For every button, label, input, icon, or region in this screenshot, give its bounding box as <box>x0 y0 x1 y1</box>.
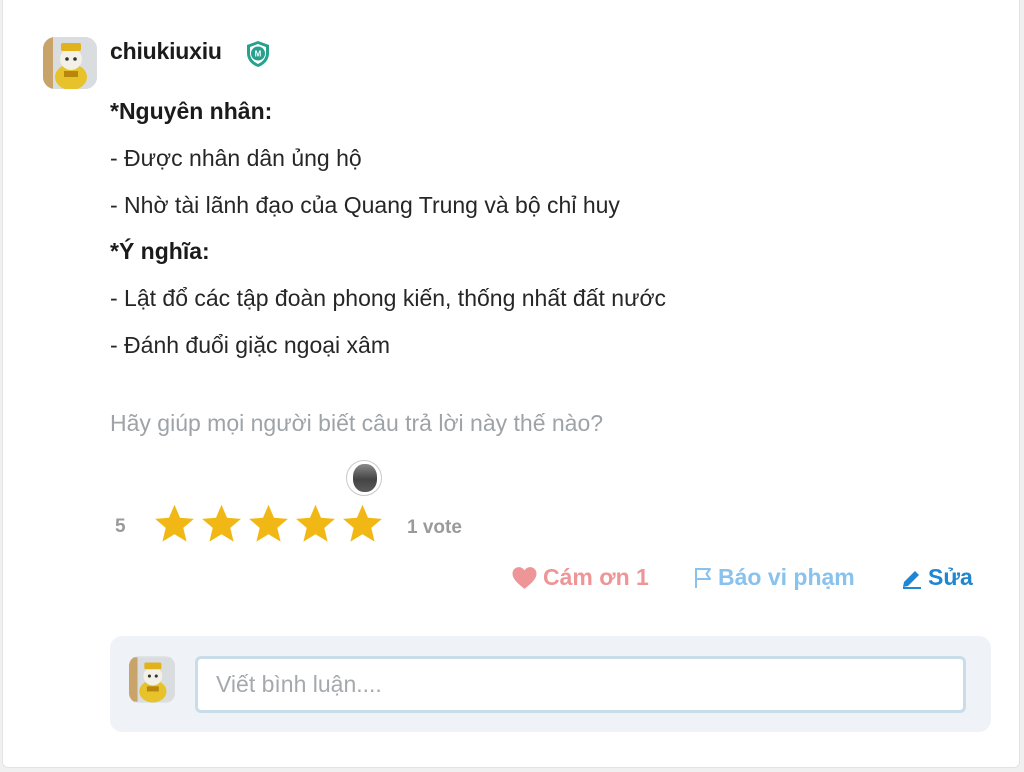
thanks-label: Cám ơn 1 <box>543 564 649 590</box>
answer-line: - Được nhân dân ủng hộ <box>110 144 362 171</box>
report-button[interactable]: Báo vi phạm <box>693 564 855 591</box>
rating-prompt: Hãy giúp mọi người biết câu trả lời này … <box>110 410 604 436</box>
star-icon[interactable] <box>339 502 386 546</box>
star-icon[interactable] <box>245 502 292 546</box>
vote-count: 1 vote <box>407 517 462 538</box>
flag-icon <box>695 567 711 588</box>
author-avatar[interactable] <box>43 37 97 89</box>
report-label: Báo vi phạm <box>718 564 855 590</box>
commenter-avatar <box>129 656 175 703</box>
answer-card: chiukiuxiu M *Nguyên nhân: - Được nhân d… <box>2 0 1020 768</box>
edit-label: Sửa <box>928 564 973 590</box>
svg-text:M: M <box>255 50 262 59</box>
answer-heading-meaning: *Ý nghĩa: <box>110 238 210 265</box>
star-icon[interactable] <box>151 502 198 546</box>
answer-line: - Đánh đuổi giặc ngoại xâm <box>110 331 390 358</box>
thanks-button[interactable]: Cám ơn 1 <box>511 564 649 591</box>
edit-button[interactable]: Sửa <box>901 564 973 591</box>
rating-stars[interactable] <box>151 502 386 548</box>
comment-box <box>110 636 991 732</box>
star-icon[interactable] <box>292 502 339 546</box>
pencil-icon <box>903 570 921 589</box>
answer-heading-causes: *Nguyên nhân: <box>110 98 273 124</box>
rating-tooltip-knob <box>346 460 382 496</box>
rating-score: 5 <box>115 516 126 537</box>
answer-line: - Nhờ tài lãnh đạo của Quang Trung và bộ… <box>110 191 620 218</box>
moderator-shield-icon: M <box>244 40 272 68</box>
star-icon[interactable] <box>198 502 245 546</box>
answer-line: - Lật đổ các tập đoàn phong kiến, thống … <box>110 285 667 312</box>
answer-body: *Nguyên nhân: - Được nhân dân ủng hộ - N… <box>110 88 970 369</box>
author-name[interactable]: chiukiuxiu <box>110 38 222 65</box>
heart-icon <box>512 566 537 589</box>
comment-input[interactable] <box>195 656 966 713</box>
